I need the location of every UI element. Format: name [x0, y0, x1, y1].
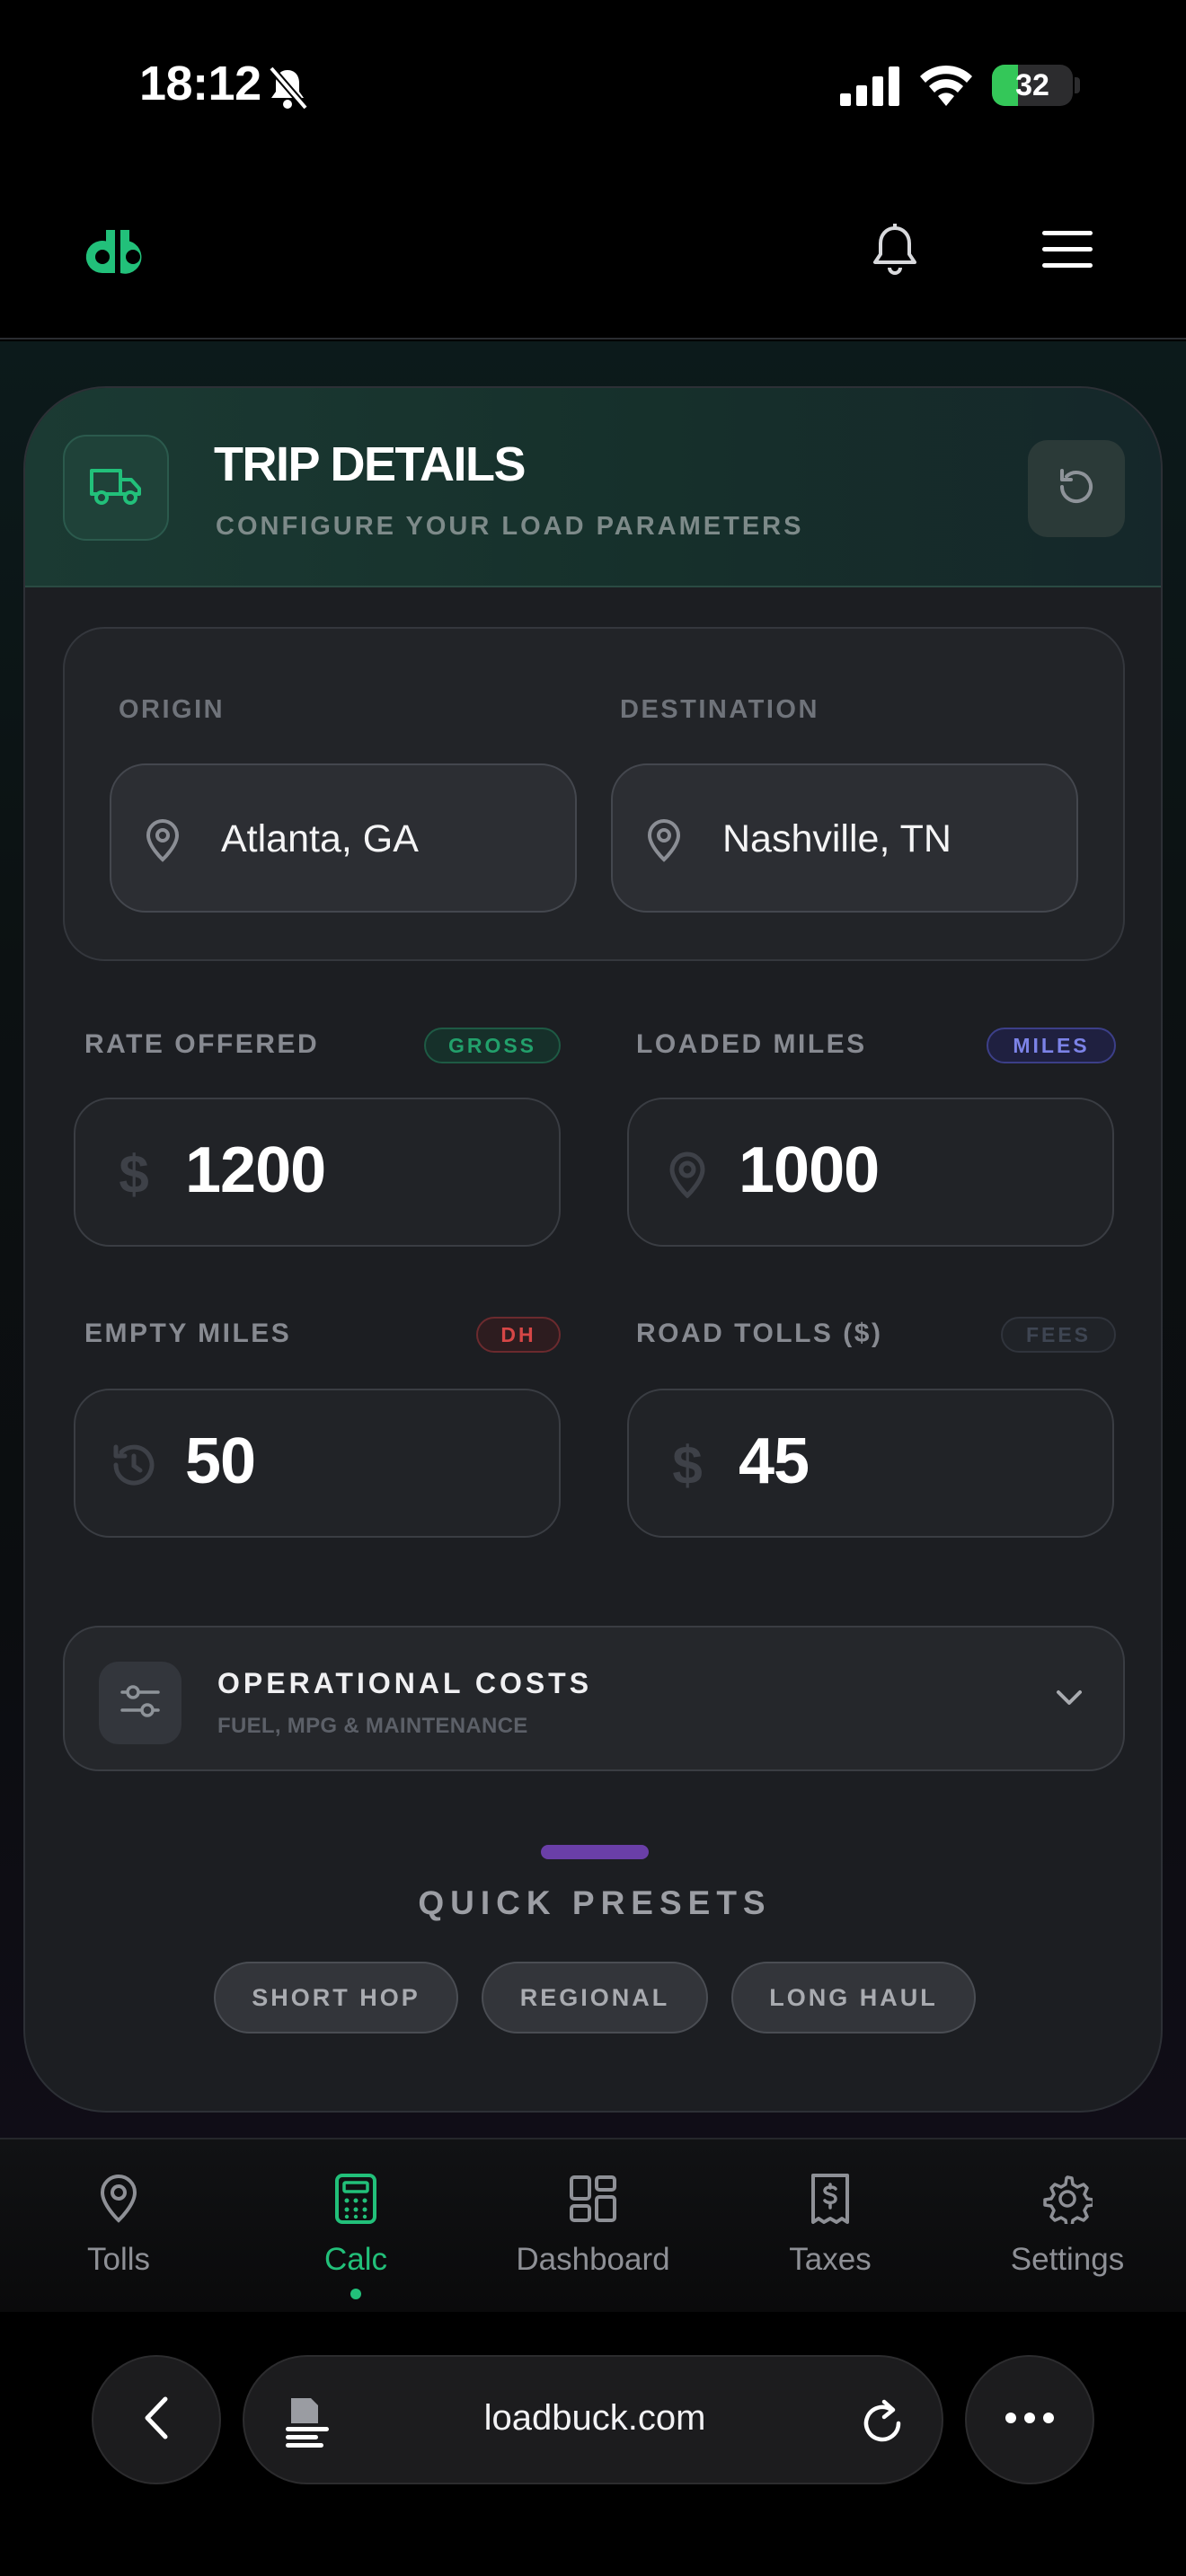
card-subtitle: CONFIGURE YOUR LOAD PARAMETERS [216, 512, 804, 541]
reload-icon[interactable] [857, 2395, 907, 2453]
nav-label-dashboard: Dashboard [516, 2242, 670, 2277]
presets-handle [541, 1845, 649, 1859]
signal-icon [840, 66, 901, 110]
route-section: ORIGIN DESTINATION Atlanta, GA Nashville… [63, 627, 1125, 961]
bell-icon [871, 223, 919, 281]
url-text: loadbuck.com [483, 2398, 706, 2438]
destination-label: DESTINATION [620, 695, 819, 724]
dollar-icon: $ [672, 1434, 703, 1495]
card-header: TRIP DETAILS CONFIGURE YOUR LOAD PARAMET… [25, 388, 1161, 587]
battery-text: 32 [1015, 68, 1049, 102]
truck-icon-box [63, 435, 169, 541]
history-icon [106, 1437, 162, 1493]
rate-offered-value: 1200 [185, 1134, 326, 1206]
nav-label-settings: Settings [1010, 2242, 1125, 2277]
browser-back-button[interactable] [92, 2355, 221, 2484]
chevron-left-icon [143, 2395, 170, 2445]
operational-costs-toggle[interactable]: OPERATIONAL COSTS FUEL, MPG & MAINTENANC… [63, 1626, 1125, 1771]
map-pin-icon [645, 817, 683, 867]
nav-item-taxes[interactable]: Taxes [712, 2139, 949, 2314]
nav-label-calc: Calc [323, 2242, 388, 2277]
battery-tip [1075, 77, 1080, 93]
wifi-icon [918, 63, 974, 110]
address-bar[interactable]: loadbuck.com [243, 2355, 943, 2484]
dollar-icon: $ [119, 1143, 149, 1204]
truck-icon [89, 465, 143, 511]
bottom-nav: Tolls Calc Dashboard Taxes Settings [0, 2138, 1186, 2312]
app-header [0, 171, 1186, 340]
sliders-icon-box [99, 1662, 181, 1744]
chevron-down-icon [1053, 1681, 1085, 1718]
empty-miles-value: 50 [185, 1425, 256, 1497]
sliders-icon [120, 1683, 160, 1724]
grid-icon [564, 2170, 622, 2228]
receipt-icon [801, 2170, 859, 2228]
notification-button[interactable] [863, 219, 927, 284]
rate-offered-input[interactable]: $ 1200 [74, 1098, 561, 1247]
status-time: 18:12 [139, 57, 261, 110]
origin-value: Atlanta, GA [221, 817, 419, 860]
quick-presets-title: QUICK PRESETS [418, 1884, 772, 1921]
map-pin-icon [144, 817, 181, 867]
nav-item-settings[interactable]: Settings [949, 2139, 1186, 2314]
origin-input[interactable]: Atlanta, GA [110, 763, 577, 913]
miles-badge: MILES [987, 1028, 1116, 1063]
road-tolls-value: 45 [739, 1425, 810, 1497]
loaded-miles-input[interactable]: 1000 [627, 1098, 1114, 1247]
nav-item-calc[interactable]: Calc [237, 2139, 474, 2314]
origin-label: ORIGIN [119, 695, 226, 724]
gear-icon [1039, 2170, 1096, 2228]
operational-costs-title: OPERATIONAL COSTS [217, 1667, 593, 1699]
gross-badge: GROSS [424, 1028, 561, 1063]
nav-label-taxes: Taxes [789, 2242, 872, 2277]
browser-more-button[interactable] [965, 2355, 1094, 2484]
calculator-icon [327, 2170, 385, 2228]
bell-slash-icon [266, 65, 309, 116]
road-tolls-input[interactable]: $ 45 [627, 1389, 1114, 1538]
reset-icon [1055, 465, 1098, 513]
fees-badge: FEES [1001, 1317, 1116, 1353]
active-tab-indicator [350, 2289, 361, 2299]
battery-indicator: 32 [992, 65, 1073, 106]
menu-button[interactable] [1035, 219, 1100, 284]
preset-long-haul-button[interactable]: LONG HAUL [731, 1962, 976, 2033]
trip-details-card: TRIP DETAILS CONFIGURE YOUR LOAD PARAMET… [23, 386, 1163, 2113]
db-logo-icon[interactable] [83, 230, 153, 279]
empty-miles-label: EMPTY MILES [84, 1319, 292, 1348]
hamburger-menu-icon [1042, 229, 1093, 275]
reset-button[interactable] [1028, 440, 1125, 537]
preset-regional-button[interactable]: REGIONAL [482, 1962, 708, 2033]
nav-item-dashboard[interactable]: Dashboard [474, 2139, 712, 2314]
dh-badge: DH [476, 1317, 561, 1353]
nav-label-tolls: Tolls [86, 2242, 151, 2277]
destination-input[interactable]: Nashville, TN [611, 763, 1078, 913]
loaded-miles-label: LOADED MILES [636, 1029, 867, 1059]
map-pin-icon [90, 2170, 147, 2228]
road-tolls-label: ROAD TOLLS ($) [636, 1319, 883, 1348]
more-dots-icon [1005, 2412, 1055, 2429]
card-title: TRIP DETAILS [214, 437, 527, 491]
rate-offered-label: RATE OFFERED [84, 1029, 320, 1059]
loaded-miles-value: 1000 [739, 1134, 880, 1206]
map-pin-icon [659, 1146, 715, 1202]
operational-costs-subtitle: FUEL, MPG & MAINTENANCE [217, 1714, 528, 1738]
empty-miles-input[interactable]: 50 [74, 1389, 561, 1538]
nav-item-tolls[interactable]: Tolls [0, 2139, 237, 2314]
preset-short-hop-button[interactable]: SHORT HOP [214, 1962, 458, 2033]
destination-value: Nashville, TN [722, 817, 951, 860]
